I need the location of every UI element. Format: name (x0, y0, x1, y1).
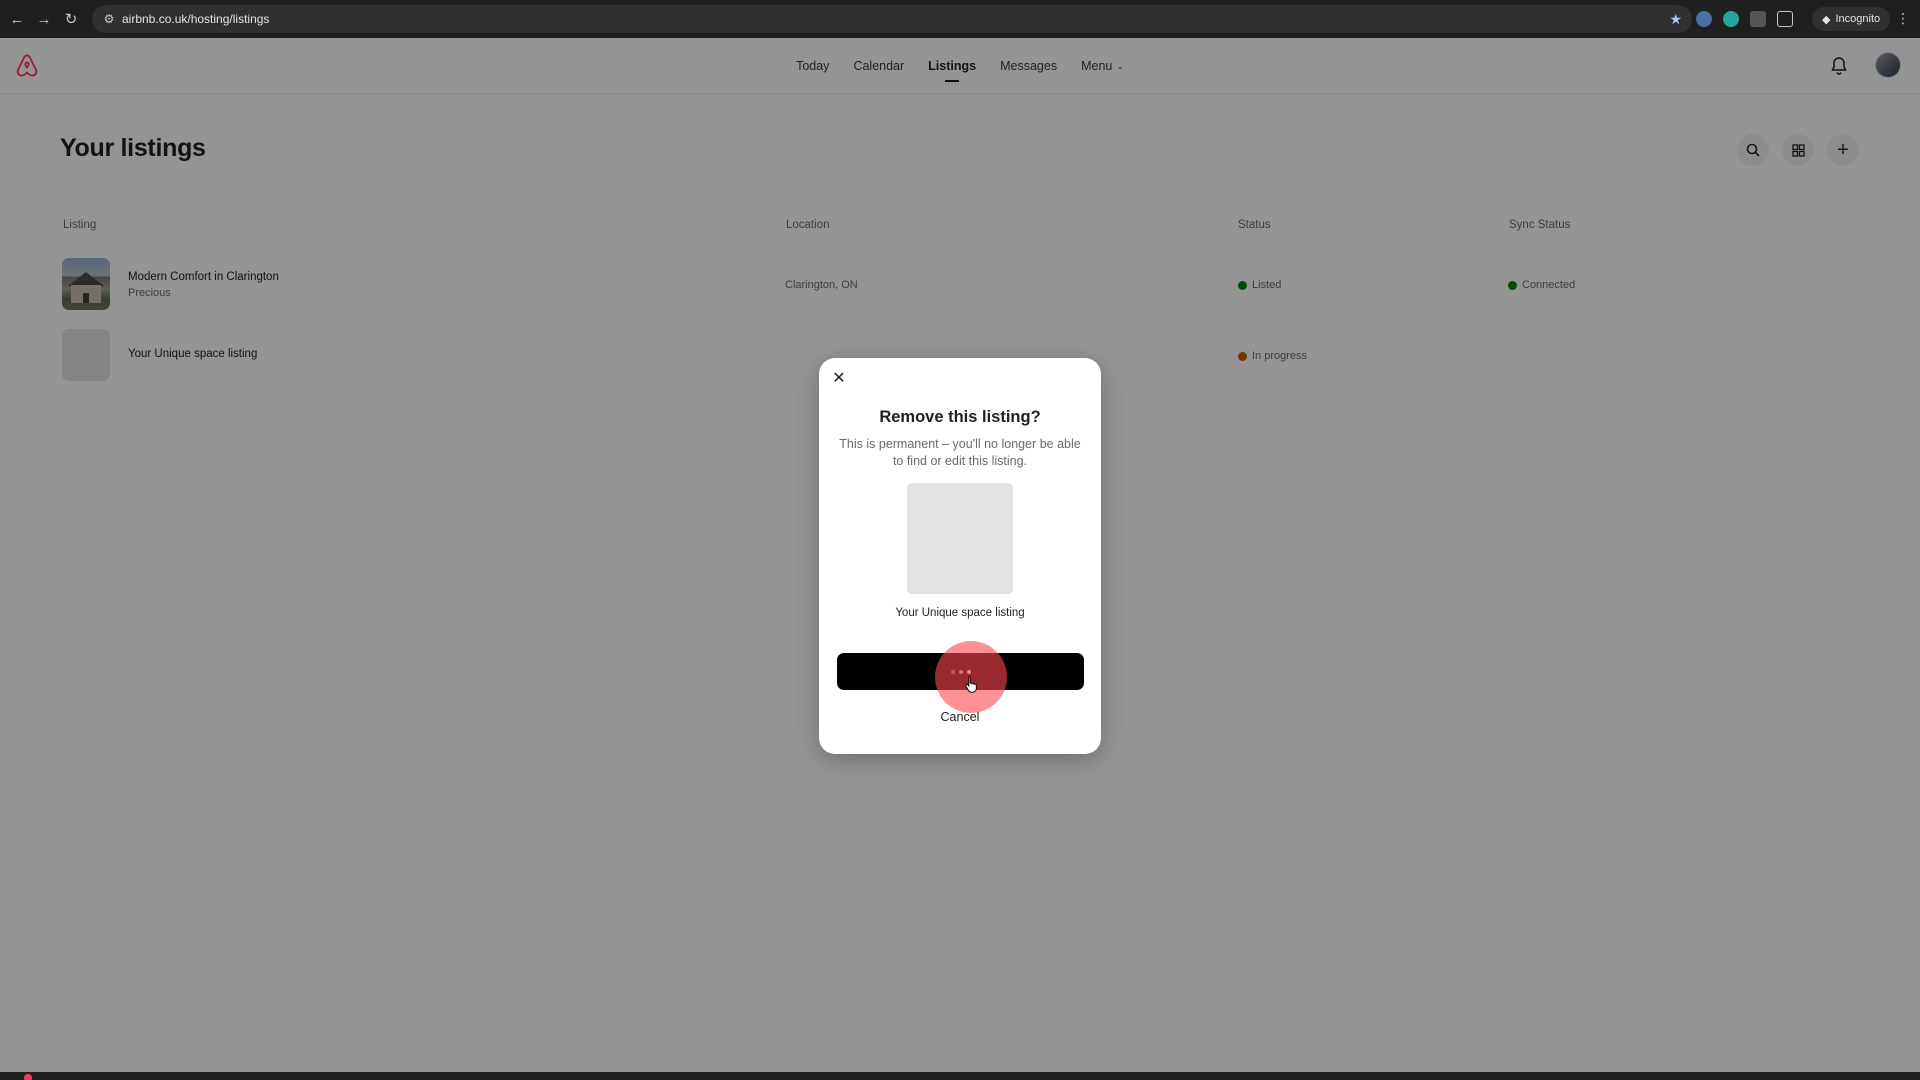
taskbar-app-icon[interactable] (24, 1074, 32, 1080)
incognito-icon: ◆ (1822, 13, 1831, 26)
taskbar-strip (0, 1072, 1920, 1080)
back-icon[interactable]: ← (4, 6, 30, 32)
cancel-button[interactable]: Cancel (819, 710, 1101, 724)
listing-thumbnail (907, 483, 1013, 594)
dialog-title: Remove this listing? (879, 408, 1041, 426)
close-icon[interactable]: ✕ (831, 370, 847, 387)
bookmark-star-icon[interactable]: ★ (1669, 11, 1682, 28)
extension-icon[interactable] (1750, 11, 1766, 27)
forward-icon[interactable]: → (31, 6, 57, 32)
incognito-label: Incognito (1835, 13, 1881, 25)
incognito-badge[interactable]: ◆ Incognito (1812, 7, 1891, 31)
url-text: airbnb.co.uk/hosting/listings (122, 12, 270, 26)
pointer-cursor-icon (965, 676, 977, 693)
address-bar[interactable]: ⚙ airbnb.co.uk/hosting/listings ★ (92, 5, 1692, 33)
extension-icon[interactable] (1723, 11, 1739, 27)
extensions-puzzle-icon[interactable] (1777, 11, 1793, 27)
extension-icon[interactable] (1696, 11, 1712, 27)
browser-toolbar: ← → ↻ ⚙ airbnb.co.uk/hosting/listings ★ … (0, 0, 1920, 38)
dialog-description: This is permanent – you'll no longer be … (839, 437, 1081, 468)
dialog-listing-name: Your Unique space listing (895, 607, 1025, 619)
reload-icon[interactable]: ↻ (58, 6, 84, 32)
browser-menu-icon[interactable]: ⋮ (1896, 10, 1910, 27)
site-info-icon[interactable]: ⚙ (98, 12, 120, 26)
